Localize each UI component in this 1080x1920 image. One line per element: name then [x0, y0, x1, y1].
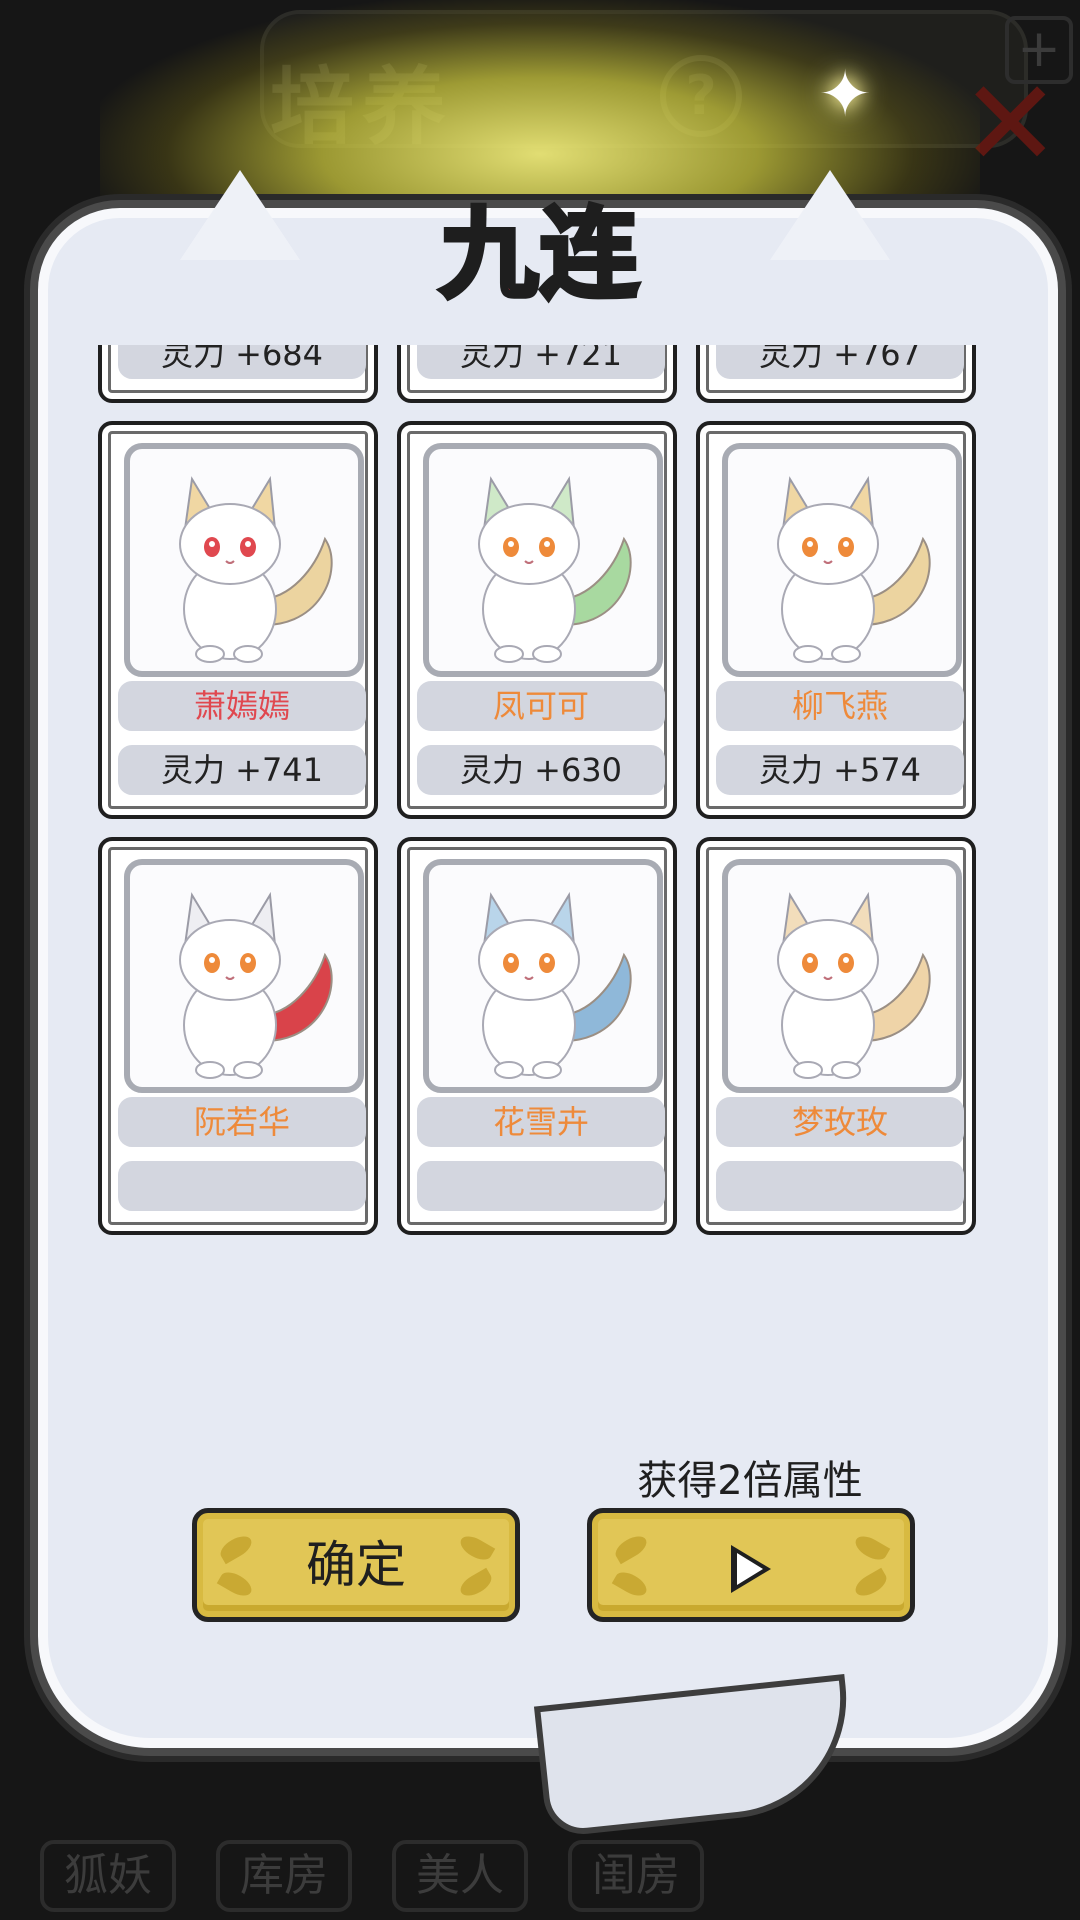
fox-card[interactable]: 梦玫玫 — [696, 837, 976, 1235]
fox-stat: 灵力 +630 — [417, 745, 665, 795]
fox-stat: 灵力 +721 — [417, 345, 665, 379]
leaf-decoration — [216, 1567, 256, 1601]
fox-portrait — [722, 443, 962, 677]
double-reward-label: 获得2倍属性 — [637, 1458, 863, 1504]
confirm-label: 确定 — [306, 1536, 406, 1594]
fox-illustration — [777, 891, 931, 1079]
fox-card[interactable]: 安琼琼灵力 +721 — [397, 345, 677, 403]
nav-tab-boudoir: 闺房 — [568, 1840, 704, 1912]
sparkle-icon: ✦ — [818, 58, 872, 132]
fox-card[interactable]: 花雪卉 — [397, 837, 677, 1235]
nav-tab-fox: 狐妖 — [40, 1840, 176, 1912]
result-grid: 秦菁菁灵力 +684 安琼琼灵力 +721 寒球球灵力 +767 萧嫣嫣灵力 +741… — [98, 345, 976, 1235]
leaf-decoration — [216, 1531, 256, 1565]
leaf-decoration — [851, 1531, 891, 1565]
fox-stat: 灵力 +574 — [716, 745, 964, 795]
fox-name: 凤可可 — [417, 681, 665, 731]
fox-stat: 灵力 +741 — [118, 745, 366, 795]
fox-card[interactable]: 柳飞燕灵力 +574 — [696, 421, 976, 819]
fox-card[interactable]: 秦菁菁灵力 +684 — [98, 345, 378, 403]
game-screen: 培养 ? ✕ + 狐妖 库房 美人 闺房 ✦ 九连 秦菁菁灵力 +684安琼琼灵… — [0, 0, 1080, 1920]
popup-title: 九连 — [437, 196, 640, 315]
fox-portrait — [423, 859, 663, 1093]
background-nav: 狐妖 库房 美人 闺房 — [40, 1840, 1040, 1912]
fox-name: 柳飞燕 — [716, 681, 964, 731]
play-icon — [731, 1544, 771, 1593]
fox-stat — [716, 1161, 964, 1211]
fox-illustration — [777, 475, 931, 663]
leaf-decoration — [456, 1531, 496, 1565]
fox-name: 萧嫣嫣 — [118, 681, 366, 731]
plus-icon: + — [1005, 16, 1073, 84]
fox-card[interactable]: 阮若华 — [98, 837, 378, 1235]
watch-video-button[interactable] — [587, 1508, 915, 1622]
fox-card[interactable]: 萧嫣嫣灵力 +741 — [98, 421, 378, 819]
leaf-decoration — [456, 1567, 496, 1601]
result-scroll-area[interactable]: 秦菁菁灵力 +684 安琼琼灵力 +721 寒球球灵力 +767 萧嫣嫣灵力 +741… — [98, 345, 984, 1428]
leaf-decoration — [611, 1531, 651, 1565]
confirm-button[interactable]: 确定 — [192, 1508, 520, 1622]
fox-illustration — [478, 891, 632, 1079]
fox-illustration — [179, 891, 333, 1079]
fox-portrait — [722, 859, 962, 1093]
leaf-decoration — [851, 1567, 891, 1601]
nav-tab-storehouse: 库房 — [216, 1840, 352, 1912]
fox-card[interactable]: 凤可可灵力 +630 — [397, 421, 677, 819]
fox-name: 花雪卉 — [417, 1097, 665, 1147]
fox-stat — [118, 1161, 366, 1211]
fox-name: 梦玫玫 — [716, 1097, 964, 1147]
fox-portrait — [124, 859, 364, 1093]
fox-card[interactable]: 寒球球灵力 +767 — [696, 345, 976, 403]
fox-illustration — [478, 475, 632, 663]
fox-stat — [417, 1161, 665, 1211]
leaf-decoration — [611, 1567, 651, 1601]
fox-stat: 灵力 +767 — [716, 345, 964, 379]
fox-illustration — [179, 475, 333, 663]
fox-portrait — [124, 443, 364, 677]
fox-portrait — [423, 443, 663, 677]
fox-name: 阮若华 — [118, 1097, 366, 1147]
fox-stat: 灵力 +684 — [118, 345, 366, 379]
nav-tab-beauty: 美人 — [392, 1840, 528, 1912]
